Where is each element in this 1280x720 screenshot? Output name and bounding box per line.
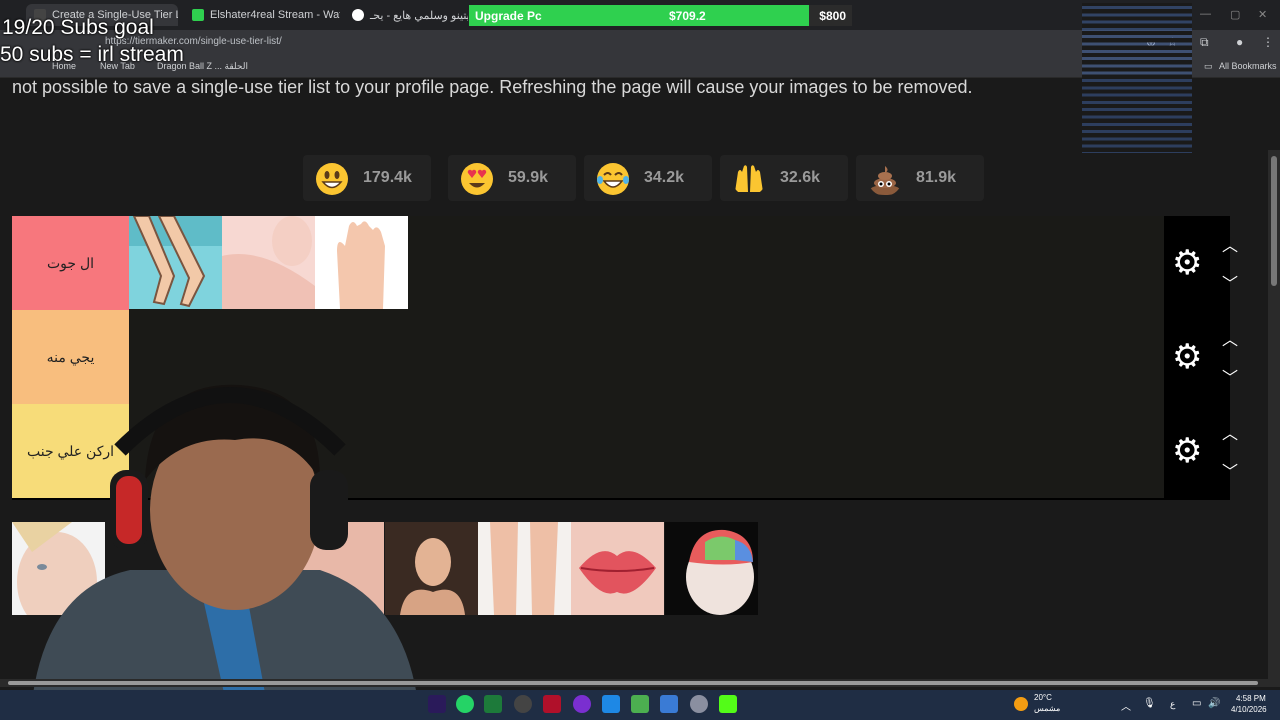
clock-time[interactable]: 4:58 PM (1236, 694, 1266, 703)
chat-messages (1082, 3, 1192, 153)
laughing-tears-icon (597, 163, 629, 195)
subs-reward-text: 50 subs = irl stream (0, 43, 184, 66)
reaction-count: 32.6k (780, 169, 821, 186)
kick-favicon-icon (192, 9, 204, 21)
gear-icon[interactable]: ⚙ (1172, 340, 1202, 374)
xbox-app-icon[interactable] (484, 695, 502, 713)
all-bookmarks-button[interactable]: All Bookmarks (1219, 61, 1277, 71)
chevron-down-icon[interactable]: ﹀ (1222, 270, 1240, 294)
tier-item-image[interactable] (222, 216, 315, 309)
gear-icon[interactable]: ⚙ (1172, 434, 1202, 468)
tier-controls: ⚙ ︿ ﹀ (1164, 310, 1238, 404)
sun-weather-icon (1014, 697, 1028, 711)
upgrade-current-value: $709.2 (669, 9, 706, 23)
single-use-notice: not possible to save a single-use tier l… (12, 77, 973, 97)
tab-google[interactable]: تين تريتينو وسلمي هايع - يحـ (344, 4, 468, 26)
close-window-icon[interactable]: ✕ (1258, 8, 1267, 21)
pool-item-image[interactable] (571, 522, 664, 615)
tab-title: تين تريتينو وسلمي هايع - يحـ (370, 9, 468, 22)
reaction-poop[interactable]: 81.9k (856, 155, 984, 201)
horizontal-scrollbar[interactable] (0, 679, 1280, 687)
whatsapp-icon[interactable] (456, 695, 474, 713)
gear-icon[interactable]: ⚙ (1172, 246, 1202, 280)
chevron-down-icon[interactable]: ﹀ (1222, 458, 1240, 482)
language-indicator[interactable]: ع (1170, 699, 1175, 710)
minimize-icon[interactable]: — (1200, 8, 1211, 20)
tray-expand-icon[interactable]: ︿ (1121, 698, 1131, 713)
app-circle-icon[interactable] (573, 695, 591, 713)
raised-hands-icon (735, 165, 763, 192)
scrollbar-thumb[interactable] (8, 681, 1258, 685)
windows-taskbar: 20°C مشمس ︿ 🎙 ع ▭ 🔊 4:58 PM 4/10/2026 (0, 690, 1280, 720)
tier-item-image[interactable] (129, 216, 222, 309)
tier-controls: ⚙ ︿ ﹀ (1164, 216, 1238, 310)
weather-description[interactable]: مشمس (1034, 704, 1060, 713)
tier-label-1[interactable]: ال جوت (12, 216, 129, 310)
google-favicon-icon (352, 9, 364, 21)
monitor-app-icon[interactable] (660, 695, 678, 713)
chevron-up-icon[interactable]: ︿ (1222, 420, 1240, 444)
profile-avatar-icon[interactable]: ● (1236, 35, 1243, 49)
reaction-grinning[interactable]: 179.4k (303, 155, 431, 201)
volume-icon[interactable]: 🔊 (1208, 698, 1220, 709)
obs-icon[interactable] (514, 695, 532, 713)
kick-app-icon[interactable] (719, 695, 737, 713)
maximize-icon[interactable]: ▢ (1230, 8, 1240, 21)
premiere-icon[interactable] (428, 695, 446, 713)
stream-chat-overlay (1082, 3, 1192, 153)
vertical-scrollbar[interactable] (1268, 150, 1280, 682)
tier-row-1: ال جوت ⚙ ︿ ﹀ (12, 216, 1238, 312)
network-icon[interactable]: ▭ (1192, 698, 1201, 709)
clock-date[interactable]: 4/10/2026 (1231, 705, 1267, 714)
scrollbar-thumb[interactable] (1271, 156, 1277, 286)
upgrade-pc-goal-bar: Upgrade Pc $709.2 $800 (469, 5, 852, 26)
upgrade-goal-value: $800 (819, 9, 846, 23)
chevron-down-icon[interactable]: ﹀ (1222, 364, 1240, 388)
settings-icon[interactable] (690, 695, 708, 713)
explorer-icon[interactable] (602, 695, 620, 713)
poop-icon (870, 166, 900, 195)
reaction-count: 34.2k (644, 169, 685, 186)
microphone-icon[interactable]: 🎙 (1143, 698, 1156, 709)
reaction-count: 179.4k (363, 169, 412, 186)
heart-eyes-icon (461, 163, 493, 195)
upgrade-label: Upgrade Pc (475, 9, 542, 23)
chevron-up-icon[interactable]: ︿ (1222, 326, 1240, 350)
folder-icon: ▭ (1204, 61, 1213, 71)
reaction-count: 81.9k (916, 169, 957, 186)
reaction-laughing[interactable]: 34.2k (584, 155, 712, 201)
tier-item-image[interactable] (315, 216, 408, 309)
tab-title: Elshater4real Stream - Watch Li (210, 9, 340, 21)
pool-item-image[interactable] (665, 522, 758, 615)
streamer-webcam (30, 384, 420, 720)
chevron-up-icon[interactable]: ︿ (1222, 232, 1240, 256)
reaction-raised-hands[interactable]: 32.6k (720, 155, 848, 201)
extensions-icon[interactable]: ⧉ (1200, 35, 1209, 50)
weather-temperature[interactable]: 20°C (1034, 693, 1052, 702)
grinning-face-icon (316, 163, 348, 195)
tab-kick-stream[interactable]: Elshater4real Stream - Watch Li ✕ (184, 4, 340, 26)
menu-kebab-icon[interactable]: ⋮ (1262, 35, 1274, 49)
reaction-heart-eyes[interactable]: 59.9k (448, 155, 576, 201)
subs-goal-text: 19/20 Subs goal (2, 16, 154, 39)
minecraft-icon[interactable] (631, 695, 649, 713)
tier-controls: ⚙ ︿ ﹀ (1164, 404, 1238, 498)
pool-item-image[interactable] (478, 522, 571, 615)
adobe-icon[interactable] (543, 695, 561, 713)
reaction-count: 59.9k (508, 169, 549, 186)
